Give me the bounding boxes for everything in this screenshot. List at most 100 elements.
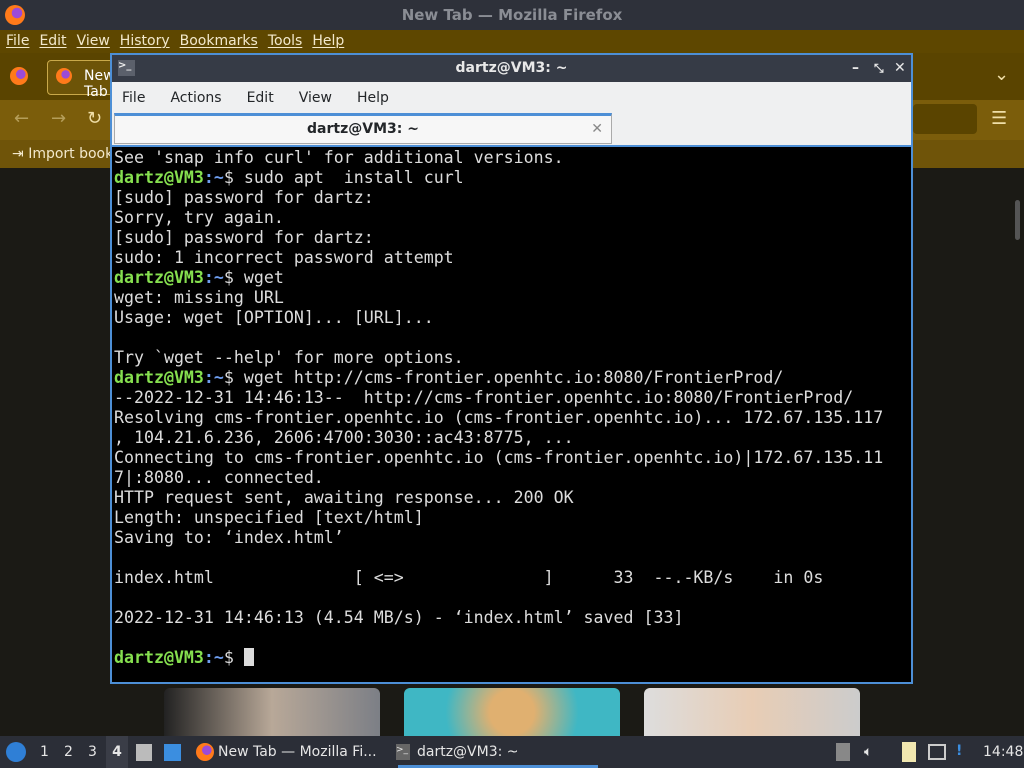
menu-view[interactable]: View (77, 30, 110, 53)
terminal-menu-help[interactable]: Help (357, 82, 389, 112)
terminal-line: 7|:8080... connected. (114, 468, 324, 487)
maximize-icon[interactable]: ⤡ (874, 55, 884, 82)
prompt-path: :~ (203, 368, 224, 387)
terminal-menu-file[interactable]: File (122, 82, 145, 112)
url-bar[interactable] (913, 104, 977, 134)
terminal-line: dartz@VM3:~$ wget http://cms-frontier.op… (114, 368, 911, 388)
forward-icon[interactable]: → (51, 108, 66, 129)
terminal-line: Usage: wget [OPTION]... [URL]... (114, 308, 434, 327)
terminal-icon: >_ (396, 744, 410, 760)
workspace-3[interactable]: 3 (88, 736, 97, 768)
firefox-icon (196, 743, 214, 761)
prompt-path: :~ (203, 648, 224, 667)
terminal-line: Try `wget --help' for more options. (114, 348, 464, 367)
file-manager-icon[interactable] (136, 744, 152, 761)
terminal-line: Saving to: ‘index.html’ (114, 528, 344, 547)
firefox-view-icon[interactable] (10, 67, 28, 85)
prompt-user: dartz@VM3 (114, 268, 204, 287)
close-tab-icon[interactable]: ✕ (591, 116, 603, 143)
tray-expand-icon[interactable] (836, 743, 850, 761)
reload-icon[interactable]: ↻ (87, 108, 102, 129)
terminal-line: dartz@VM3:~$ (114, 648, 911, 668)
command-text: wget (243, 268, 284, 287)
terminal-tab-label: dartz@VM3: ~ (307, 121, 419, 137)
terminal-line: --2022-12-31 14:46:13-- http://cms-front… (114, 388, 854, 407)
terminal-line: sudo: 1 incorrect password attempt (114, 248, 454, 267)
prompt-user: dartz@VM3 (114, 168, 204, 187)
terminal-line: dartz@VM3:~$ sudo apt install curl (114, 168, 911, 188)
workspace-2[interactable]: 2 (64, 736, 73, 768)
terminal-tab[interactable]: dartz@VM3: ~ ✕ (114, 113, 612, 144)
notification-icon[interactable]: ! (956, 742, 972, 760)
prompt-sign: $ (223, 648, 244, 667)
prompt-user: dartz@VM3 (114, 648, 204, 667)
firefox-titlebar: New Tab — Mozilla Firefox (0, 0, 1024, 30)
top-site-thumbnail[interactable] (404, 688, 620, 736)
taskbar: 1 2 3 4 New Tab — Mozilla Fi... >_ dartz… (0, 736, 1024, 768)
prompt-sign: $ (223, 268, 244, 287)
window-title: New Tab — Mozilla Firefox (401, 6, 623, 24)
prompt-user: dartz@VM3 (114, 368, 204, 387)
workspace-1[interactable]: 1 (40, 736, 49, 768)
terminal-titlebar: >_ dartz@VM3: ~ – ⤡ ✕ (112, 55, 911, 82)
firefox-logo-icon (5, 5, 25, 25)
menu-bookmarks[interactable]: Bookmarks (180, 30, 258, 53)
command-text: wget http://cms-frontier.openhtc.io:8080… (243, 368, 784, 387)
back-icon[interactable]: ← (14, 108, 29, 129)
task-firefox[interactable]: New Tab — Mozilla Fi... (218, 736, 377, 768)
volume-icon[interactable]: 🔈︎ (864, 736, 872, 768)
command-text: sudo apt install curl (243, 168, 464, 187)
cursor (243, 648, 254, 666)
top-site-thumbnail[interactable] (164, 688, 380, 736)
scrollbar[interactable] (1015, 200, 1020, 240)
menu-hamburger-icon[interactable]: ☰ (991, 108, 1007, 129)
terminal-line: wget: missing URL (114, 288, 284, 307)
network-icon[interactable] (928, 744, 946, 760)
firefox-menubar: File Edit View History Bookmarks Tools H… (0, 30, 1024, 53)
terminal-line: [sudo] password for dartz: (114, 188, 384, 207)
terminal-menubar: File Actions Edit View Help (112, 82, 911, 112)
minimize-icon[interactable]: – (852, 55, 859, 82)
terminal-line: Resolving cms-frontier.openhtc.io (cms-f… (114, 408, 884, 427)
terminal-output[interactable]: See 'snap info curl' for additional vers… (112, 145, 911, 682)
menu-file[interactable]: File (6, 30, 29, 53)
prompt-path: :~ (203, 168, 224, 187)
list-tabs-chevron-down-icon[interactable]: ⌄ (994, 64, 1009, 85)
prompt-path: :~ (203, 268, 224, 287)
terminal-line: 2022-12-31 14:46:13 (4.54 MB/s) - ‘index… (114, 608, 684, 627)
prompt-sign: $ (223, 168, 244, 187)
menu-help[interactable]: Help (312, 30, 344, 53)
terminal-line: dartz@VM3:~$ wget (114, 268, 911, 288)
close-icon[interactable]: ✕ (894, 55, 906, 82)
terminal-line: , 104.21.6.236, 2606:4700:3030::ac43:877… (114, 428, 574, 447)
clock: 14:48 (983, 744, 1024, 760)
app-launcher-icon[interactable] (6, 742, 26, 762)
terminal-line: Connecting to cms-frontier.openhtc.io (c… (114, 448, 884, 467)
terminal-line: HTTP request sent, awaiting response... … (114, 488, 574, 507)
terminal-title: dartz@VM3: ~ (455, 60, 568, 76)
menu-tools[interactable]: Tools (268, 30, 303, 53)
workspace-4[interactable]: 4 (106, 736, 128, 768)
terminal-window: >_ dartz@VM3: ~ – ⤡ ✕ File Actions Edit … (110, 53, 913, 684)
terminal-line: Sorry, try again. (114, 208, 284, 227)
terminal-line: Length: unspecified [text/html] (114, 508, 424, 527)
menu-edit[interactable]: Edit (39, 30, 66, 53)
terminal-line: [sudo] password for dartz: (114, 228, 384, 247)
terminal-icon: >_ (118, 60, 135, 76)
tab-favicon-icon (56, 68, 72, 84)
terminal-menu-actions[interactable]: Actions (170, 82, 221, 112)
terminal-line: index.html [ <=> ] 33 --.-KB/s in 0s (114, 568, 824, 587)
terminal-line: See 'snap info curl' for additional vers… (114, 148, 564, 167)
show-desktop-icon[interactable] (164, 744, 181, 761)
clipboard-icon[interactable] (902, 742, 916, 762)
task-terminal[interactable]: dartz@VM3: ~ (417, 736, 519, 768)
top-site-thumbnail[interactable] (644, 688, 860, 736)
terminal-menu-view[interactable]: View (299, 82, 332, 112)
prompt-sign: $ (223, 368, 244, 387)
menu-history[interactable]: History (120, 30, 170, 53)
terminal-menu-edit[interactable]: Edit (247, 82, 274, 112)
